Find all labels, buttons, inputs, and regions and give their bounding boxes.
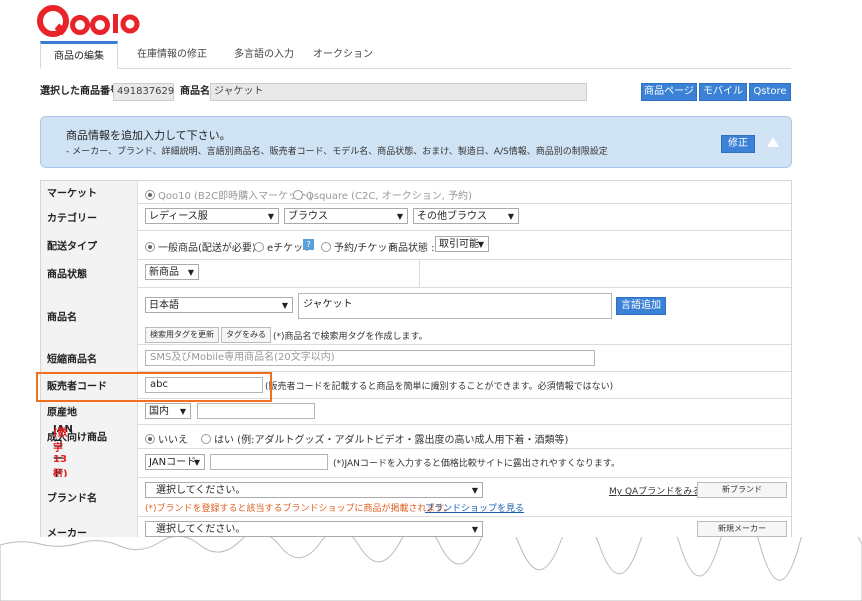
row-category: カテゴリー レディース服 ▼ ブラウス ▼ その他ブラウス ▼ <box>41 203 791 231</box>
help-icon[interactable]: ? <box>303 239 314 250</box>
category-select-3[interactable]: その他ブラウス ▼ <box>413 208 519 224</box>
row-product-name: 商品名 日本語 ▼ ジャケット 言語追加 検索用タグを更新 タグをみる (*)商品… <box>41 287 791 345</box>
market-option-qsquare[interactable]: Qsquare (C2C, オークション, 予約) <box>293 187 472 202</box>
row-condition: 商品状態 新商品 ▼ <box>41 259 791 288</box>
brand-select[interactable]: 選択してください。 ▼ <box>145 482 483 498</box>
seller-code-highlight <box>36 372 272 402</box>
new-maker-button[interactable]: 新規メーカー <box>697 521 787 537</box>
language-select[interactable]: 日本語 ▼ <box>145 297 293 313</box>
category-label: カテゴリー <box>47 213 97 224</box>
jan-note: (*)JANコードを入力すると価格比較サイトに露出されやすくなります。 <box>333 459 621 469</box>
product-form: マーケット Qoo10 (B2C即時購入マーケット) Qsquare (C2C,… <box>40 180 792 548</box>
row-origin: 原産地 国内 ▼ <box>41 398 791 425</box>
torn-edge <box>0 537 862 601</box>
banner-desc: - メーカー、ブランド、詳細説明、言語別商品名、販売者コード、モデル名、商品状態… <box>66 147 608 157</box>
row-adult: 成人向け商品 いいえ はい (例:アダルトグッズ・アダルトビデオ・露出度の高い成… <box>41 424 791 449</box>
tag-update-button[interactable]: 検索用タグを更新 <box>145 327 219 343</box>
tab-multilanguage[interactable]: 多言語の入力 <box>220 42 308 67</box>
product-name-field: ジャケット <box>210 83 587 101</box>
status-label: 商品状態 : <box>388 243 435 254</box>
condition-select[interactable]: 新商品 ▼ <box>145 264 199 280</box>
brand-note: (*)ブランドを登録すると該当するブランドショップに商品が掲載されます。 <box>145 504 453 514</box>
maker-select[interactable]: 選択してください。 ▼ <box>145 521 483 537</box>
origin-select[interactable]: 国内 ▼ <box>145 403 191 419</box>
collapse-arrow-icon[interactable] <box>767 137 779 147</box>
origin-detail-input[interactable] <box>197 403 315 419</box>
jan-type-select[interactable]: JANコード ▼ <box>145 454 205 470</box>
info-banner: 商品情報を追加入力して下さい。 - メーカー、ブランド、詳細説明、言語別商品名、… <box>40 116 792 168</box>
row-brand: ブランド名 選択してください。 ▼ My QAブランドをみる 新ブランド (*)ブ… <box>41 477 791 517</box>
product-name-textarea[interactable]: ジャケット <box>298 293 612 319</box>
brand-shop-link[interactable]: ブランドショップを見る <box>425 501 524 514</box>
condition-label: 商品状態 <box>47 269 87 281</box>
tab-auction[interactable]: オークション <box>308 42 378 67</box>
jan-code-input[interactable] <box>210 454 328 470</box>
market-option-qoo10[interactable]: Qoo10 (B2C即時購入マーケット) <box>145 187 312 202</box>
seller-code-note: (販売者コードを記載すると商品を簡単に識別することができます。必須情報ではない) <box>265 382 614 392</box>
tab-bar: 商品の編集 在庫情報の修正 多言語の入力 オークション <box>40 41 791 69</box>
edit-button[interactable]: 修正 <box>721 135 755 153</box>
brand-label: ブランド名 <box>47 493 97 504</box>
my-brand-link[interactable]: My QAブランドをみる <box>609 484 701 497</box>
delivery-label: 配送タイプ <box>47 241 97 252</box>
tag-note: (*)商品名で検索用タグを作成します。 <box>273 332 428 342</box>
adult-option-no[interactable]: いいえ <box>145 431 188 446</box>
short-name-input[interactable]: SMS及びMobile専用商品名(20文字以内) <box>145 350 595 366</box>
row-market: マーケット Qoo10 (B2C即時購入マーケット) Qsquare (C2C,… <box>41 181 791 204</box>
tab-edit-product[interactable]: 商品の編集 <box>40 41 118 69</box>
qstore-button[interactable]: Qstore <box>749 83 791 101</box>
mobile-button[interactable]: モバイル <box>699 83 747 101</box>
adult-option-yes[interactable]: はい (例:アダルトグッズ・アダルトビデオ・露出度の高い成人用下着・酒類等) <box>201 431 568 446</box>
tab-stock-info[interactable]: 在庫情報の修正 <box>126 42 218 67</box>
row-jan: JANコード (数字13桁) JANコード ▼ (*)JANコードを入力すると価格比… <box>41 424 791 480</box>
short-name-label: 短縮商品名 <box>47 354 97 365</box>
new-brand-button[interactable]: 新ブランド <box>697 482 787 498</box>
status-select[interactable]: 取引可能 ▼ <box>435 236 489 252</box>
row-delivery: 配送タイプ 一般商品(配送が必要) eチケット ? 予約/チケット 商品状態 :… <box>41 230 791 260</box>
product-no-field: 491837629 <box>113 83 174 101</box>
divider <box>419 259 420 287</box>
banner-title: 商品情報を追加入力して下さい。 <box>66 129 231 142</box>
market-label: マーケット <box>47 188 97 200</box>
product-page-button[interactable]: 商品ページ <box>641 83 697 101</box>
product-name-label: 商品名 <box>180 86 210 97</box>
qoo10-logo <box>37 5 140 37</box>
row-short-name: 短縮商品名 SMS及びMobile専用商品名(20文字以内) <box>41 344 791 372</box>
origin-label: 原産地 <box>47 407 77 419</box>
product-name-row-label: 商品名 <box>47 312 77 323</box>
category-select-2[interactable]: ブラウス ▼ <box>284 208 408 224</box>
delivery-option-reserve[interactable]: 予約/チケット <box>321 239 397 254</box>
delivery-option-general[interactable]: 一般商品(配送が必要) <box>145 239 256 254</box>
add-language-button[interactable]: 言語追加 <box>616 297 666 315</box>
product-no-label: 選択した商品番号 <box>40 86 120 97</box>
category-select-1[interactable]: レディース服 ▼ <box>145 208 279 224</box>
tag-view-button[interactable]: タグをみる <box>221 327 271 343</box>
